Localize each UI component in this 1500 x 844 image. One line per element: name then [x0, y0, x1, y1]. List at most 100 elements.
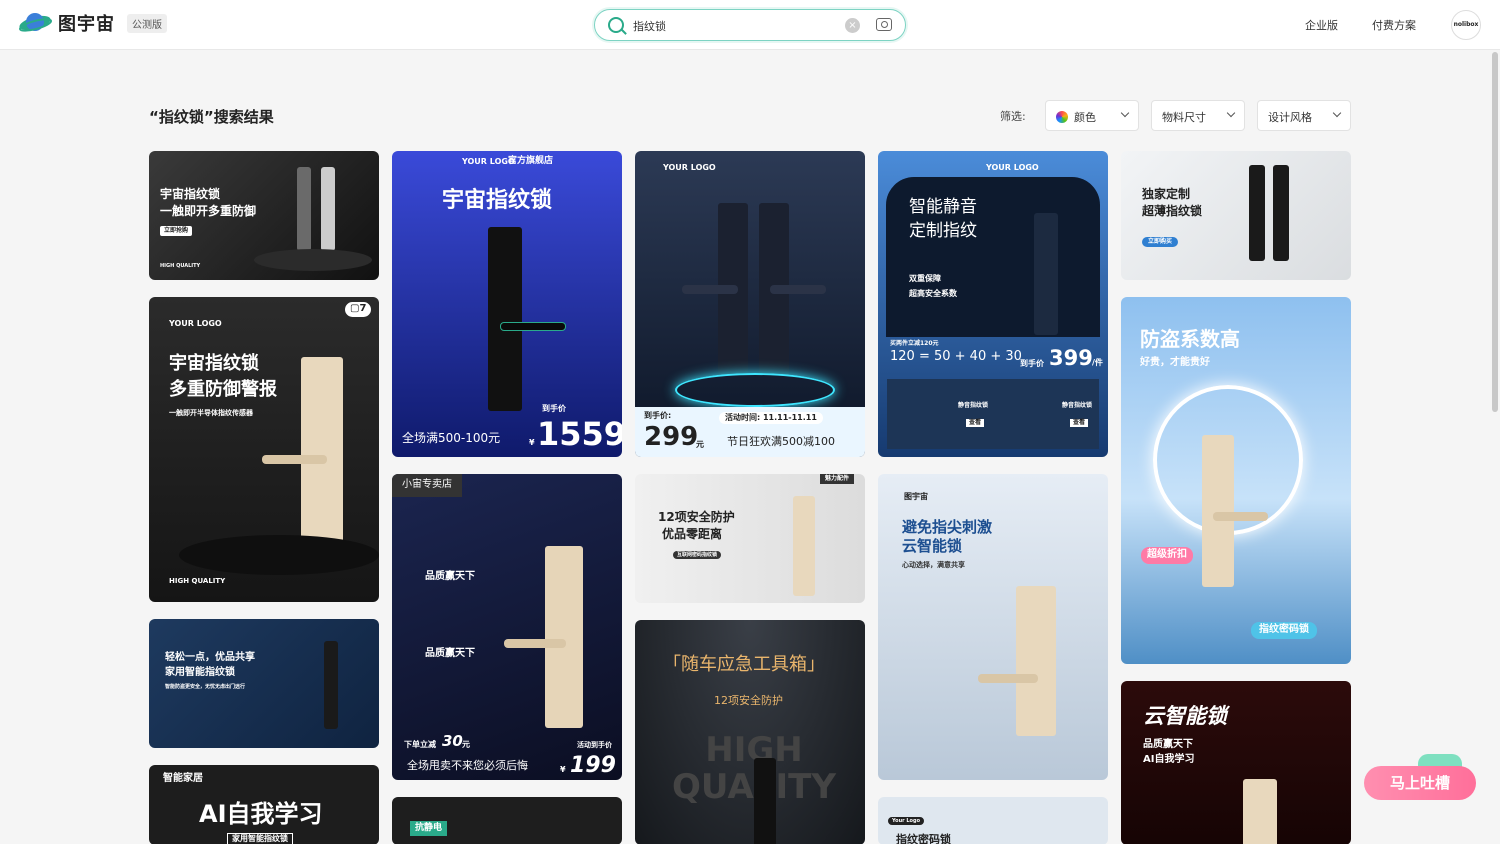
currency: ¥	[529, 438, 535, 447]
result-card[interactable]: 宇宙指纹锁 一触即开多重防御 立即抢购 HIGH QUALITY	[149, 151, 379, 280]
card-text: 云智能锁	[1143, 704, 1227, 728]
clear-icon[interactable]: ×	[845, 18, 860, 33]
lock-image	[1243, 779, 1277, 844]
result-card[interactable]: 防盗系数高 好贵，才能贵好 超级折扣 指纹密码锁	[1121, 297, 1351, 664]
card-promo: 全场甩卖不来您必须后悔	[407, 759, 528, 772]
card-button: 立即抢购	[160, 226, 193, 236]
card-subtext: 智能防盗更安全，无忧无虑出门远行	[165, 684, 246, 690]
lock-image	[488, 227, 522, 411]
card-text: 超薄指纹锁	[1142, 204, 1203, 218]
result-card[interactable]: YOUR LOGO 官方旗舰店 宇宙指纹锁 全场满500-100元 到手价 ¥ …	[392, 151, 622, 457]
product-label: 静音指纹锁	[1062, 402, 1093, 409]
card-logo: Your Logo	[888, 817, 924, 826]
card-tag: 智能家居	[163, 773, 203, 784]
lock-handle-image	[1213, 512, 1268, 521]
result-card[interactable]: 小宙专卖店 品质赢天下 品质赢天下 下单立减 30 元 全场甩卖不来您必须后悔 …	[392, 474, 622, 780]
card-text: 防盗系数高	[1140, 327, 1240, 351]
lock-image	[793, 496, 815, 596]
lock-image	[1034, 213, 1058, 335]
card-subtext: AI自我学习	[1143, 754, 1195, 765]
podium-image	[179, 535, 379, 575]
card-subtext: 好贵，才能贵好	[1140, 357, 1210, 368]
result-card[interactable]: 「随车应急工具箱」 12项安全防护 HIGH QUALITY	[635, 620, 865, 844]
card-price: 1559	[537, 415, 622, 453]
lock-handle-image	[682, 285, 738, 294]
card-price: 299	[644, 422, 699, 452]
result-card[interactable]: Your Logo 指纹密码锁	[878, 797, 1108, 844]
filter-style[interactable]: 设计风格	[1257, 100, 1351, 131]
logo[interactable]: 图宇宙 公测版	[18, 10, 167, 36]
page-count-badge[interactable]: ▢7	[345, 302, 372, 317]
card-text: 宇宙指纹锁	[160, 187, 221, 201]
card-price: 399	[1049, 346, 1093, 370]
page-title: “指纹锁”搜索结果	[149, 108, 274, 126]
result-card[interactable]: YOUR LOGO 到手价: 299 元 活动时间: 11.11-11.11 节…	[635, 151, 865, 457]
result-card[interactable]: 云智能锁 品质赢天下 AI自我学习	[1121, 681, 1351, 844]
card-subtext: 一触即开半导体指纹传感器	[169, 409, 253, 417]
lock-handle-image	[978, 674, 1038, 683]
card-badge: 品质赢天下	[425, 648, 475, 659]
card-text: 宇宙指纹锁	[442, 188, 553, 213]
result-card[interactable]: 抗静电	[392, 797, 622, 844]
planet-logo-icon	[19, 13, 52, 32]
product-label: 静音指纹锁	[958, 402, 989, 409]
card-badge: 超级折扣	[1141, 547, 1193, 564]
card-text: 一触即开多重防御	[160, 204, 257, 218]
card-store: 小宙专卖店	[392, 474, 462, 497]
lock-image	[301, 357, 343, 545]
camera-icon[interactable]	[876, 18, 892, 31]
result-card[interactable]: 智能家居 AI自我学习 家用智能指纹锁	[149, 765, 379, 844]
card-text: 独家定制	[1142, 187, 1191, 201]
card-subtext: 超高安全系数	[909, 289, 957, 298]
card-text: 定制指纹	[909, 221, 977, 241]
calc-label: 买两件立减120元	[890, 340, 939, 347]
chevron-down-icon	[1332, 108, 1342, 118]
calc-text: 120 = 50 + 40 + 30	[890, 349, 1022, 364]
lock-image	[1273, 165, 1289, 261]
card-subtext: 双重保障	[909, 274, 941, 283]
card-logo: YOUR LOGO	[663, 163, 716, 172]
result-card[interactable]: ▢7 YOUR LOGO 宇宙指纹锁 多重防御警报 一触即开半导体指纹传感器 H…	[149, 297, 379, 602]
card-button: 立即购买	[1142, 237, 1179, 247]
avatar[interactable]: nolibox	[1451, 10, 1481, 40]
result-card[interactable]: YOUR LOGO 智能静音 定制指纹 双重保障 超高安全系数 买两件立减120…	[878, 151, 1108, 457]
lock-handle-image	[770, 285, 826, 294]
price-label: 活动到手价	[577, 741, 612, 749]
nav-pricing[interactable]: 付费方案	[1372, 17, 1416, 33]
result-card[interactable]: 独家定制 超薄指纹锁 立即购买	[1121, 151, 1351, 280]
logo-text: 图宇宙	[58, 14, 115, 35]
card-brand: 图宇宙	[904, 492, 928, 501]
lock-handle-image	[500, 322, 566, 331]
result-card[interactable]: 图宇宙 避免指尖刺激 云智能锁 心动选择，满意共享	[878, 474, 1108, 780]
feedback-button[interactable]: 马上吐槽	[1364, 766, 1476, 800]
card-subtext: 品质赢天下	[1143, 739, 1193, 750]
lock-image	[754, 758, 776, 844]
filter-color-label: 颜色	[1074, 111, 1096, 124]
price-label: 到手价	[542, 404, 566, 413]
nav-enterprise[interactable]: 企业版	[1305, 17, 1338, 33]
result-card[interactable]: 魅力配件 12项安全防护 优品零距离 互联网密码指纹锁	[635, 474, 865, 603]
view-button: 查看	[966, 419, 985, 427]
card-promo: 全场满500-100元	[402, 431, 501, 445]
filter-size-label: 物料尺寸	[1162, 111, 1206, 124]
card-text: 宇宙指纹锁	[169, 353, 259, 374]
card-text: 轻松一点，优品共享	[165, 652, 255, 663]
discount-label: 下单立减	[404, 740, 436, 749]
search-box[interactable]: ×	[594, 9, 906, 41]
lock-image	[321, 167, 335, 251]
filter-size[interactable]: 物料尺寸	[1151, 100, 1245, 131]
card-logo: YOUR LOGO	[169, 319, 222, 328]
lock-image	[324, 641, 338, 729]
filter-color[interactable]: 颜色	[1045, 100, 1139, 131]
card-logo: YOUR LOGO	[462, 157, 515, 166]
glow-podium-image	[675, 373, 835, 407]
lock-image	[1249, 165, 1265, 261]
podium-image	[254, 249, 372, 271]
card-text: AI自我学习	[199, 800, 323, 828]
scrollbar[interactable]	[1492, 52, 1498, 412]
search-input[interactable]	[633, 16, 833, 36]
card-text: 云智能锁	[902, 537, 963, 555]
card-text: 家用智能指纹锁	[165, 667, 235, 678]
result-card[interactable]: 轻松一点，优品共享 家用智能指纹锁 智能防盗更安全，无忧无虑出门远行	[149, 619, 379, 748]
card-tag: HIGH QUALITY	[169, 577, 226, 585]
